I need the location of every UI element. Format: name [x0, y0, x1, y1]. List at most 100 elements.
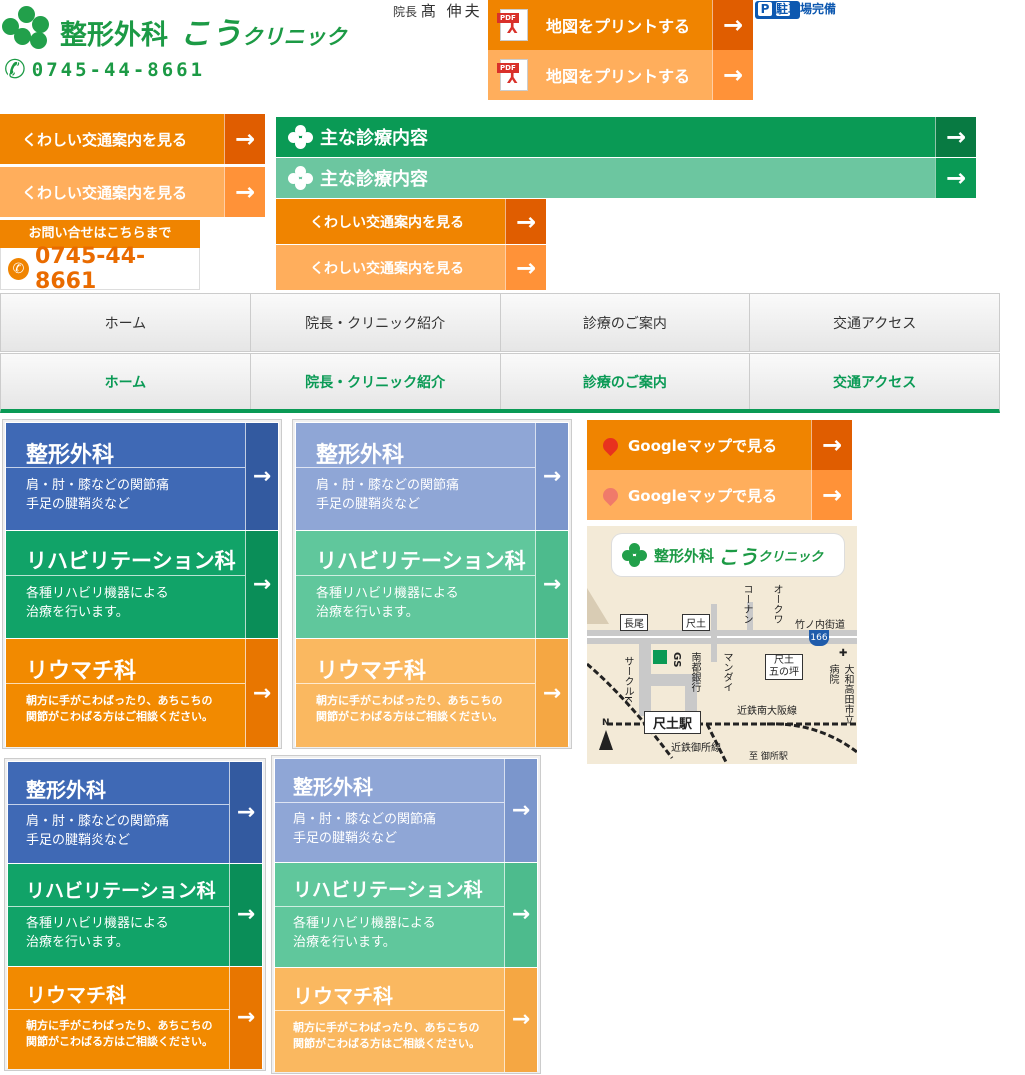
arrow-right-icon: →: [224, 114, 265, 164]
map-logo: 整形外科 こう クリニック: [612, 534, 844, 576]
department-description: 朝方に手がこわばったり、あちこちの 関節がこわばる方はご相談ください。: [316, 693, 503, 725]
department-divider: [6, 683, 245, 685]
department-card[interactable]: リハビリテーション科 各種リハビリ機器による 治療を行います。 →: [275, 863, 537, 967]
department-description-line: 肩・肘・膝などの関節痛: [316, 478, 460, 493]
department-description-line: 関節がこわばる方はご相談ください。: [316, 709, 503, 723]
nav-item-clinic[interactable]: 院長・クリニック紹介: [251, 294, 501, 351]
department-card[interactable]: リウマチ科 朝方に手がこわばったり、あちこちの 関節がこわばる方はご相談ください。 →: [275, 967, 537, 1072]
department-divider: [296, 467, 535, 469]
department-description: 肩・肘・膝などの関節痛 手足の腱鞘炎など: [26, 813, 169, 851]
logo-sub-text: こう: [179, 16, 242, 52]
clover-logo-icon: [2, 6, 52, 52]
arrow-right-icon: →: [505, 199, 546, 244]
nav-item-treatment[interactable]: 診療のご案内: [501, 294, 751, 351]
department-title: 整形外科: [293, 775, 373, 799]
department-card[interactable]: リハビリテーション科 各種リハビリ機器による 治療を行います。 →: [6, 531, 278, 638]
nav-item-treatment[interactable]: 診療のご案内: [501, 354, 751, 409]
department-description: 肩・肘・膝などの関節痛 手足の腱鞘炎など: [293, 811, 436, 849]
map-logo-main: 整形外科: [654, 546, 715, 565]
department-description-line: 関節がこわばる方はご相談ください。: [26, 709, 213, 723]
department-card[interactable]: リウマチ科 朝方に手がこわばったり、あちこちの 関節がこわばる方はご相談ください。 →: [296, 639, 568, 747]
arrow-right-icon: →: [811, 420, 852, 470]
pdf-icon: PDF ⅄: [497, 59, 528, 91]
arrow-right-icon: →: [535, 531, 568, 638]
map-label-nanto: 南都銀行: [689, 652, 700, 692]
print-map-label: 地図をプリントする: [546, 17, 691, 36]
clinic-logo[interactable]: 整形外科 こうクリニック: [0, 4, 395, 52]
department-card[interactable]: 整形外科 肩・肘・膝などの関節痛 手足の腱鞘炎など →: [6, 423, 278, 530]
pdf-icon: PDF ⅄: [497, 9, 528, 41]
google-map-button[interactable]: Googleマップで見る →: [587, 420, 852, 470]
nav-item-home[interactable]: ホーム: [1, 354, 251, 409]
arrow-right-icon: →: [245, 423, 278, 530]
global-nav-active: ホーム 院長・クリニック紹介 診療のご案内 交通アクセス: [0, 353, 1000, 413]
department-divider: [6, 467, 245, 469]
nav-item-access[interactable]: 交通アクセス: [750, 294, 999, 351]
main-treatment-button[interactable]: 主な診療内容 →: [276, 117, 976, 157]
department-divider: [275, 906, 504, 908]
print-map-label: 地図をプリントする: [546, 67, 691, 86]
clover-icon: [622, 543, 648, 567]
map-label-station: 尺土駅: [644, 711, 702, 734]
map-label-to-gose: 至 御所駅: [749, 752, 788, 762]
print-map-button-hover[interactable]: PDF ⅄ 地図をプリントする →: [488, 50, 753, 100]
department-panel: 整形外科 肩・肘・膝などの関節痛 手足の腱鞘炎など → リハビリテーション科 各種リハビリ…: [4, 758, 266, 1071]
department-divider: [275, 1010, 504, 1012]
department-card[interactable]: リウマチ科 朝方に手がこわばったり、あちこちの 関節がこわばる方はご相談ください。 →: [8, 966, 262, 1069]
logo-tail-text: クリニック: [241, 25, 347, 49]
map-north-label: N: [602, 718, 610, 728]
map-label-gs: GS: [671, 652, 682, 668]
transport-info-label: くわしい交通案内を見る: [310, 260, 464, 277]
department-card[interactable]: 整形外科 肩・肘・膝などの関節痛 手足の腱鞘炎など →: [296, 423, 568, 530]
google-map-button-hover[interactable]: Googleマップで見る →: [587, 470, 852, 520]
print-map-button[interactable]: PDF ⅄ 地図をプリントする →: [488, 0, 753, 50]
access-map[interactable]: 整形外科 こう クリニック 長尾 尺土 コーナン オークワ 竹ノ内街道 166 G…: [587, 526, 857, 764]
transport-info-button-hover[interactable]: くわしい交通案内を見る →: [0, 167, 265, 217]
nav-item-home[interactable]: ホーム: [1, 294, 251, 351]
map-label-hospital: 大和高田市立病院: [827, 664, 853, 724]
transport-info-button-small[interactable]: くわしい交通案内を見る →: [276, 199, 546, 244]
department-description-line: 手足の腱鞘炎など: [293, 831, 398, 846]
department-divider: [296, 683, 535, 685]
map-label-shakudo-gotsubo: 尺土 五の坪: [765, 654, 803, 680]
department-card[interactable]: リハビリテーション科 各種リハビリ機器による 治療を行います。 →: [8, 864, 262, 966]
main-treatment-button-hover[interactable]: 主な診療内容 →: [276, 158, 976, 198]
department-description: 各種リハビリ機器による 治療を行います。: [26, 585, 169, 623]
header-phone[interactable]: ✆ 0745-44-8661: [4, 55, 264, 85]
department-card[interactable]: リハビリテーション科 各種リハビリ機器による 治療を行います。 →: [296, 531, 568, 638]
arrow-right-icon: →: [504, 759, 537, 863]
director-info: 院長 髙 伸夫: [393, 0, 488, 20]
department-description: 各種リハビリ機器による 治療を行います。: [26, 915, 169, 953]
transport-info-button[interactable]: くわしい交通案内を見る →: [0, 114, 265, 164]
nav-item-clinic[interactable]: 院長・クリニック紹介: [251, 354, 501, 409]
arrow-right-icon: →: [535, 423, 568, 530]
transport-info-button-small-hover[interactable]: くわしい交通案内を見る →: [276, 245, 546, 290]
department-description: 朝方に手がこわばったり、あちこちの 関節がこわばる方はご相談ください。: [26, 1018, 213, 1050]
map-label-mandai: マンダイ: [721, 652, 732, 692]
map-label-kintetsu-minami: 近鉄南大阪線: [737, 706, 797, 717]
arrow-right-icon: →: [229, 864, 262, 966]
department-description-line: 肩・肘・膝などの関節痛: [26, 814, 170, 830]
department-title: 整形外科: [26, 778, 106, 802]
department-card[interactable]: 整形外科肩・肘・膝などの関節痛 手足の腱鞘炎など →: [275, 759, 537, 863]
department-card[interactable]: リウマチ科 朝方に手がこわばったり、あちこちの 関節がこわばる方はご相談ください。 →: [6, 639, 278, 747]
global-nav: ホーム 院長・クリニック紹介 診療のご案内 交通アクセス: [0, 293, 1000, 352]
arrow-right-icon: →: [245, 639, 278, 747]
contact-phone[interactable]: ✆ 0745-44-8661: [0, 244, 200, 294]
map-label-takenouchi: 竹ノ内街道: [795, 620, 845, 631]
arrow-right-icon: →: [505, 245, 546, 290]
logo-main-text: 整形外科: [60, 20, 168, 51]
main-treatment-label: 主な診療内容: [320, 128, 428, 149]
department-description: 各種リハビリ機器による 治療を行います。: [316, 585, 459, 623]
department-description-line: 治療を行います。: [26, 935, 129, 951]
department-divider: [296, 575, 535, 577]
map-logo-tail: クリニック: [758, 549, 824, 565]
department-description-line: 各種リハビリ機器による: [293, 916, 436, 932]
department-description: 朝方に手がこわばったり、あちこちの 関節がこわばる方はご相談ください。: [293, 1020, 480, 1052]
department-card[interactable]: 整形外科 肩・肘・膝などの関節痛 手足の腱鞘炎など →: [8, 762, 262, 864]
transport-info-label: くわしい交通案内を見る: [22, 183, 188, 202]
map-label-kintetsu-gose: 近鉄御所線: [671, 743, 721, 754]
nav-item-access[interactable]: 交通アクセス: [750, 354, 999, 409]
department-description-line: 朝方に手がこわばったり、あちこちの: [26, 1018, 213, 1032]
director-title: 院長: [393, 5, 418, 19]
